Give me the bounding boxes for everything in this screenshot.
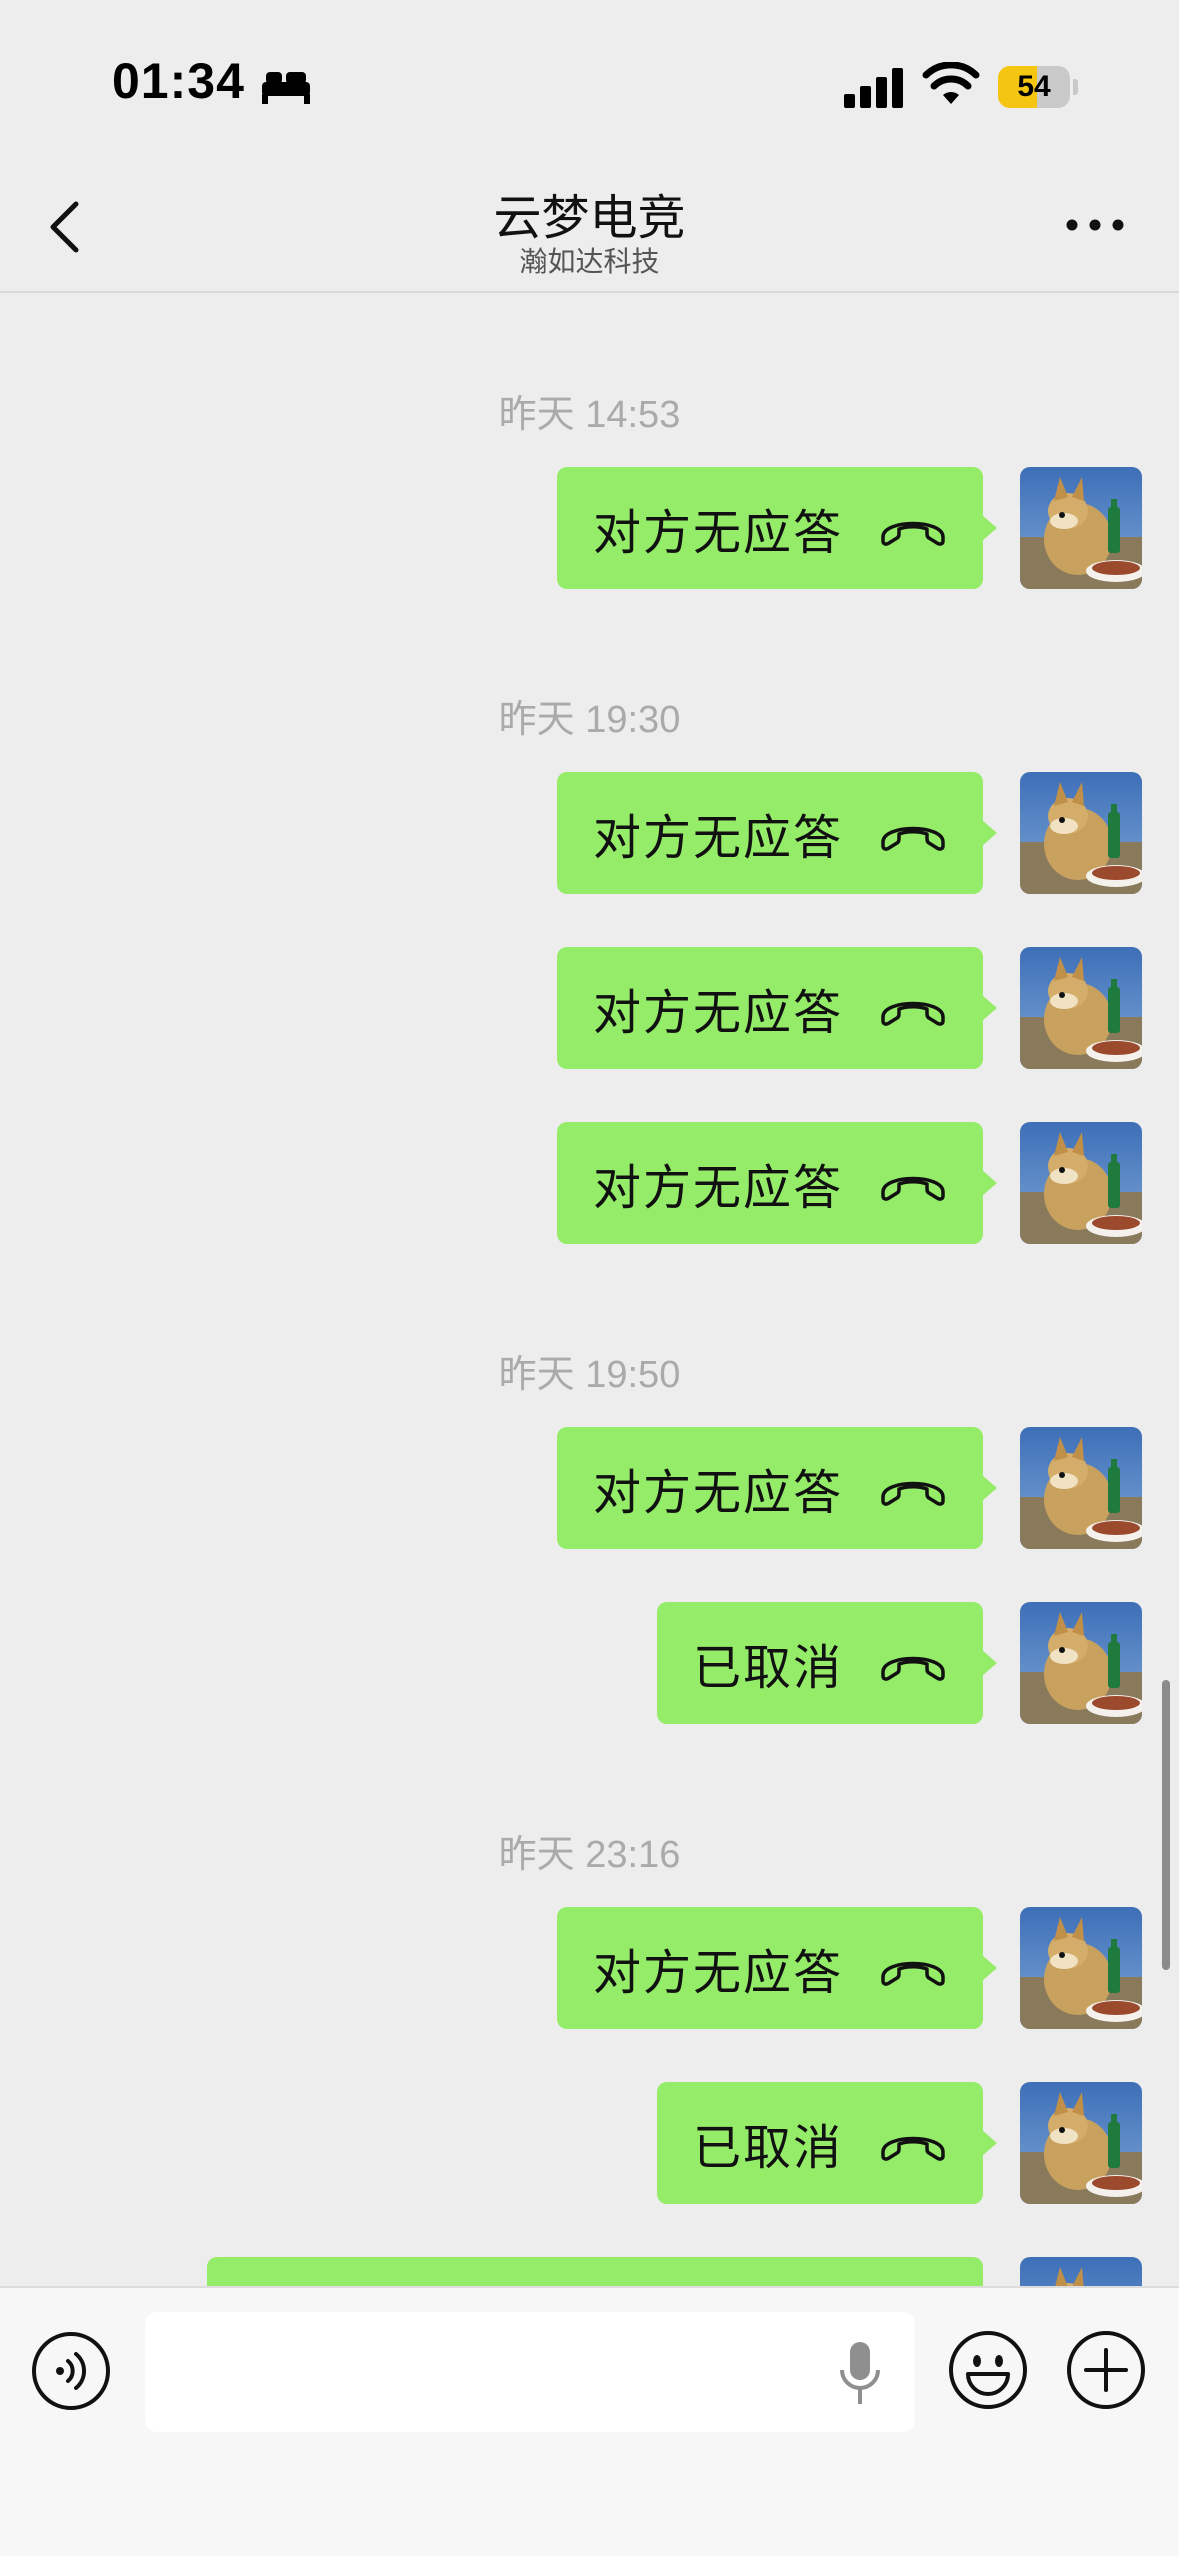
cellular-signal-icon <box>844 68 903 108</box>
phone-hangup-icon <box>877 507 949 549</box>
call-status-text: 已取消 <box>693 1640 844 1696</box>
avatar[interactable] <box>1020 1122 1142 1244</box>
call-status-text: 对方无应答 <box>593 985 844 1041</box>
status-time: 01:34 <box>112 53 245 109</box>
chat-subtitle: 瀚如达科技 <box>519 245 660 278</box>
avatar[interactable] <box>1020 1907 1142 2029</box>
call-bubble-partial[interactable] <box>207 2257 983 2286</box>
emoji-smile-icon[interactable] <box>946 2328 1030 2412</box>
message-timestamp: 昨天 23:16 <box>498 1834 681 1876</box>
phone-hangup-icon <box>877 1947 949 1989</box>
avatar[interactable] <box>1020 947 1142 1069</box>
battery-indicator: 54 <box>998 66 1078 108</box>
avatar[interactable] <box>1020 1427 1142 1549</box>
phone-hangup-icon <box>877 1467 949 1509</box>
call-status-text: 对方无应答 <box>593 1465 844 1521</box>
avatar[interactable] <box>1020 2082 1142 2204</box>
input-bar <box>0 2286 1179 2556</box>
wifi-icon <box>922 62 980 104</box>
call-status-text: 对方无应答 <box>593 810 844 866</box>
status-bar: 01:34 54 <box>0 0 1179 160</box>
chat-header: 云梦电竞 瀚如达科技 <box>0 160 1179 293</box>
bed-icon <box>262 72 310 104</box>
call-record-bubble[interactable]: 对方无应答 <box>557 467 997 589</box>
call-record-bubble[interactable]: 对方无应答 <box>557 1122 997 1244</box>
phone-hangup-icon <box>877 987 949 1029</box>
message-timestamp: 昨天 19:50 <box>498 1354 681 1396</box>
call-status-text: 对方无应答 <box>593 1160 844 1216</box>
avatar[interactable] <box>1020 2257 1142 2286</box>
message-input[interactable] <box>145 2312 915 2432</box>
phone-hangup-icon <box>877 2122 949 2164</box>
avatar[interactable] <box>1020 772 1142 894</box>
microphone-icon[interactable] <box>836 2338 884 2410</box>
battery-level: 54 <box>1017 70 1051 103</box>
call-status-text: 已取消 <box>693 2120 844 2176</box>
call-record-bubble[interactable]: 对方无应答 <box>557 947 997 1069</box>
call-status-text: 对方无应答 <box>593 1945 844 2001</box>
call-record-bubble[interactable]: 对方无应答 <box>557 772 997 894</box>
phone-hangup-icon <box>877 812 949 854</box>
plus-circle-icon[interactable] <box>1064 2328 1148 2412</box>
chat-title: 云梦电竞 <box>493 190 686 246</box>
call-record-bubble[interactable]: 已取消 <box>657 2082 997 2204</box>
avatar[interactable] <box>1020 1602 1142 1724</box>
voice-mode-icon[interactable] <box>30 2330 112 2412</box>
avatar[interactable] <box>1020 467 1142 589</box>
call-record-bubble[interactable]: 对方无应答 <box>557 1427 997 1549</box>
message-timestamp: 昨天 14:53 <box>498 394 681 436</box>
more-dots-icon[interactable] <box>1060 200 1130 250</box>
message-list[interactable]: 昨天 14:53 对方无应答 昨天 19:30 对方无应答 对方无应答 对方无应答 昨天 1… <box>0 293 1179 2286</box>
call-status-text: 对方无应答 <box>593 505 844 561</box>
call-record-bubble[interactable]: 已取消 <box>657 1602 997 1724</box>
phone-hangup-icon <box>877 1642 949 1684</box>
scrollbar[interactable] <box>1162 1680 1170 1970</box>
phone-hangup-icon <box>877 1162 949 1204</box>
call-record-bubble[interactable]: 对方无应答 <box>557 1907 997 2029</box>
message-timestamp: 昨天 19:30 <box>498 699 681 741</box>
